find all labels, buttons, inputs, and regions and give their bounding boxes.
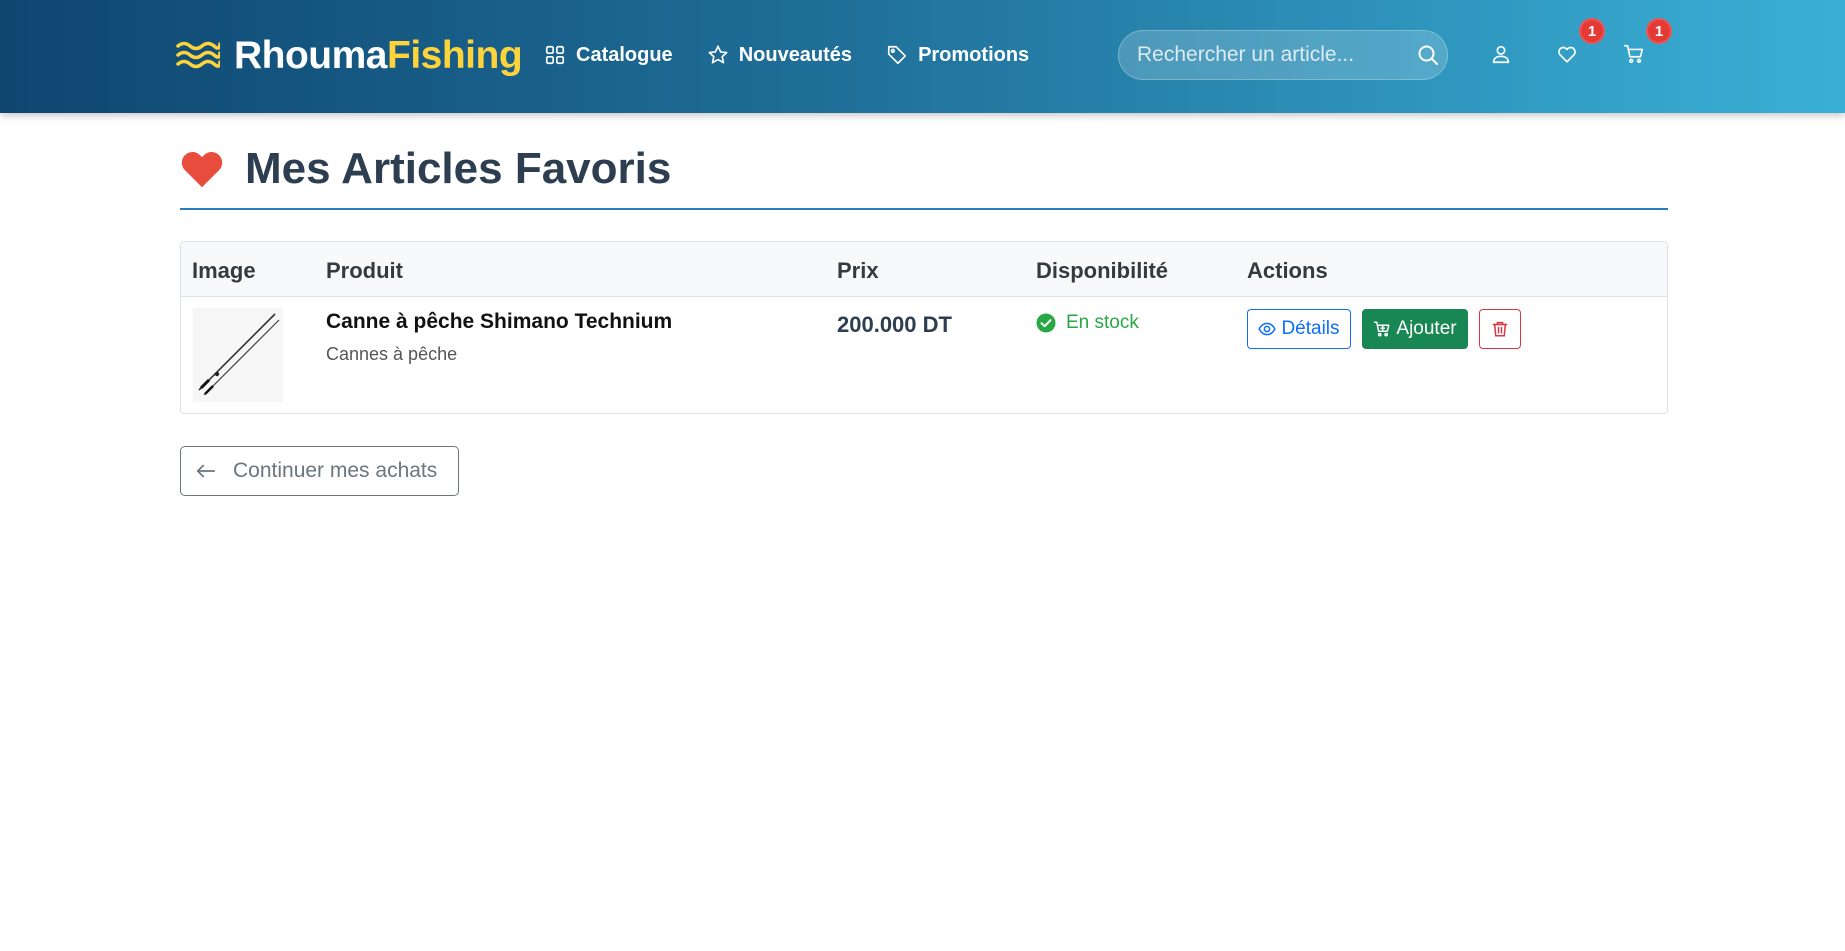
nav-link-label: Catalogue	[576, 43, 673, 66]
favorites-table: Image Produit Prix Disponibilité Actions…	[180, 241, 1668, 414]
product-category: Cannes à pêche	[326, 344, 458, 364]
add-to-cart-button[interactable]: Ajouter	[1362, 309, 1468, 349]
cart-count-badge: 1	[1646, 18, 1672, 44]
brand-name-part2: Fishing	[387, 34, 523, 77]
main-nav: Catalogue Nouveautés Promotions	[544, 38, 1063, 72]
tag-icon	[887, 45, 907, 65]
account-button[interactable]	[1485, 38, 1517, 70]
add-to-cart-label: Ajouter	[1396, 318, 1457, 339]
nav-link-nouveautes[interactable]: Nouveautés	[707, 44, 852, 67]
column-header-actions: Actions	[1247, 258, 1328, 283]
table-row: Canne à pêche Shimano Technium Cannes à …	[181, 298, 1667, 413]
column-header-product: Produit	[326, 258, 403, 283]
search-icon	[1418, 45, 1438, 65]
page-header: Mes Articles Favoris	[180, 140, 1668, 210]
availability-status: En stock	[1036, 312, 1139, 334]
navbar: RhoumaFishing Catalogue Nouveautés Promo…	[0, 0, 1845, 113]
cart-plus-icon	[1374, 321, 1390, 337]
product-price: 200.000 DT	[837, 312, 952, 337]
trash-icon	[1492, 321, 1508, 337]
availability-label: En stock	[1066, 312, 1139, 333]
eye-icon	[1258, 322, 1277, 336]
details-button-label: Détails	[1281, 318, 1340, 339]
check-circle-icon	[1036, 313, 1056, 333]
continue-shopping-label: Continuer mes achats	[233, 459, 438, 482]
brand-name-part1: Rhouma	[234, 34, 388, 77]
nav-link-promotions[interactable]: Promotions	[886, 44, 1029, 67]
column-header-availability: Disponibilité	[1036, 258, 1168, 283]
heart-icon	[181, 152, 223, 188]
arrow-left-icon	[196, 464, 216, 478]
star-icon	[708, 45, 728, 64]
page-title: Mes Articles Favoris	[245, 144, 672, 193]
wishlist-button[interactable]: 1	[1551, 18, 1605, 70]
nav-link-label: Promotions	[918, 43, 1030, 66]
waves-icon	[176, 41, 220, 69]
brand-logo[interactable]: RhoumaFishing	[176, 28, 523, 84]
cart-button[interactable]: 1	[1618, 18, 1672, 70]
cart-icon	[1624, 44, 1644, 64]
user-icon	[1492, 45, 1510, 64]
product-name[interactable]: Canne à pêche Shimano Technium	[326, 310, 672, 334]
wishlist-count-badge: 1	[1579, 18, 1605, 44]
fishing-rod-image	[198, 313, 280, 396]
search-input[interactable]	[1119, 31, 1408, 79]
table-header: Image Produit Prix Disponibilité Actions	[181, 242, 1667, 297]
grid-icon	[545, 45, 565, 65]
search-button[interactable]	[1408, 30, 1447, 80]
continue-shopping-button[interactable]: Continuer mes achats	[180, 446, 459, 496]
nav-link-catalogue[interactable]: Catalogue	[544, 44, 673, 67]
product-image[interactable]	[193, 308, 283, 402]
nav-link-label: Nouveautés	[738, 43, 853, 66]
column-header-price: Prix	[837, 258, 879, 283]
heart-outline-icon	[1558, 46, 1576, 63]
details-button[interactable]: Détails	[1247, 309, 1351, 349]
brand-name: RhoumaFishing	[234, 34, 523, 78]
search-bar	[1118, 30, 1448, 80]
column-header-image: Image	[192, 258, 256, 283]
remove-favorite-button[interactable]	[1479, 309, 1521, 349]
